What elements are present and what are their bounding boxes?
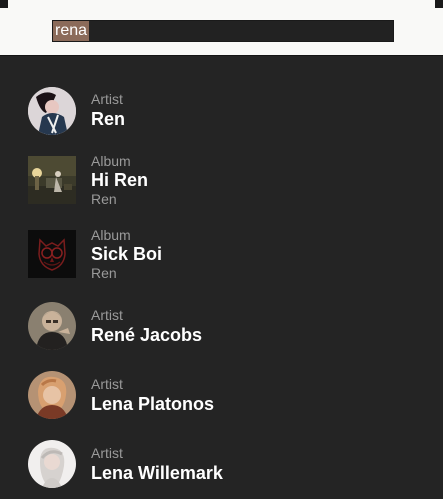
result-item-artist-lena-platonos[interactable]: Artist Lena Platonos	[0, 368, 443, 424]
result-item-artist-rene-jacobs[interactable]: Artist René Jacobs	[0, 299, 443, 355]
result-kind: Album	[91, 153, 131, 169]
search-query-selected[interactable]: rena	[53, 21, 90, 41]
owl-logo-icon	[28, 230, 76, 278]
result-kind: Artist	[91, 91, 123, 107]
result-subtitle: Ren	[91, 265, 117, 281]
window-corner	[0, 0, 8, 8]
result-title: Lena Platonos	[91, 394, 215, 414]
result-item-artist-ren[interactable]: Artist Ren	[0, 85, 443, 141]
album-cover-icon	[28, 156, 76, 204]
result-title: Hi Ren	[91, 170, 149, 190]
result-kind: Album	[91, 227, 131, 243]
artist-portrait-icon	[28, 302, 76, 350]
result-kind: Artist	[91, 445, 123, 461]
artist-portrait-icon	[28, 440, 76, 488]
result-item-album-sick-boi[interactable]: Album Sick Boi Ren	[0, 227, 443, 283]
search-screen: rena Artist Ren Album Hi Ren Ren Album S…	[0, 0, 443, 499]
result-item-album-hi-ren[interactable]: Album Hi Ren Ren	[0, 153, 443, 209]
result-item-artist-lena-willemark[interactable]: Artist Lena Willemark	[0, 437, 443, 493]
result-title: Sick Boi	[91, 244, 163, 264]
result-kind: Artist	[91, 307, 123, 323]
result-kind: Artist	[91, 376, 123, 392]
window-corner	[435, 0, 443, 8]
result-subtitle: Ren	[91, 191, 117, 207]
search-input[interactable]: rena	[52, 20, 394, 42]
result-title: René Jacobs	[91, 325, 203, 345]
artist-portrait-icon	[28, 87, 76, 135]
result-title: Ren	[91, 109, 126, 129]
search-bar: rena	[0, 0, 443, 55]
search-results-list: Artist Ren Album Hi Ren Ren Album Sick B…	[0, 55, 443, 499]
artist-portrait-icon	[28, 371, 76, 419]
result-title: Lena Willemark	[91, 463, 223, 483]
